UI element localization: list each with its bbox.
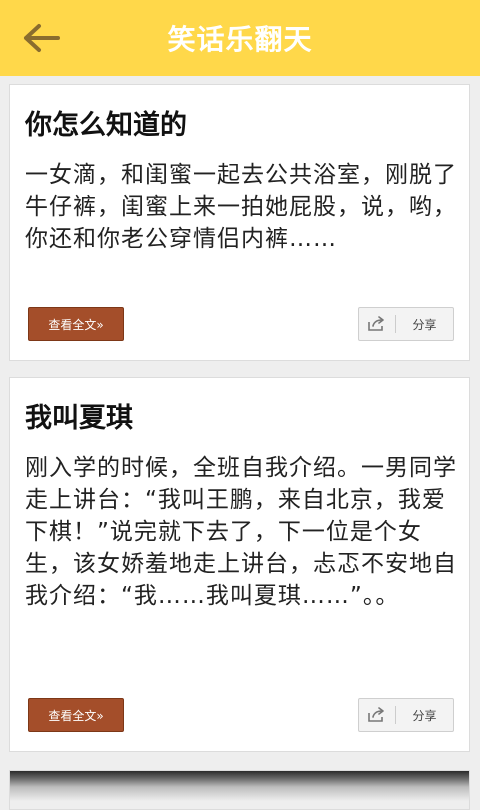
joke-card: 我叫夏琪 刚入学的时候，全班自我介绍。一男同学走上讲台：“我叫王鹏，来自北京，我…: [9, 377, 470, 752]
joke-excerpt: 刚入学的时候，全班自我介绍。一男同学走上讲台：“我叫王鹏，来自北京，我爱下棋！”…: [25, 455, 457, 609]
app-header: 笑话乐翻天: [0, 0, 480, 76]
share-label: 分享: [412, 317, 437, 332]
share-button[interactable]: 分享: [358, 698, 454, 732]
share-button[interactable]: 分享: [358, 307, 454, 341]
share-icon: [359, 707, 395, 723]
share-label: 分享: [412, 708, 437, 723]
joke-card: 你怎么知道的 一女滴，和闺蜜一起去公共浴室，刚脱了牛仔裤，闺蜜上来一拍她屁股，说…: [9, 84, 470, 361]
read-full-button[interactable]: 查看全文»: [28, 307, 124, 341]
joke-title: 你怎么知道的: [25, 110, 187, 141]
share-icon: [359, 316, 395, 332]
joke-card-partial: [9, 770, 470, 810]
joke-title: 我叫夏琪: [25, 403, 133, 434]
joke-excerpt: 一女滴，和闺蜜一起去公共浴室，刚脱了牛仔裤，闺蜜上来一拍她屁股，说，哟，你还和你…: [25, 162, 457, 252]
read-full-button[interactable]: 查看全文»: [28, 698, 124, 732]
page-title: 笑话乐翻天: [167, 23, 313, 56]
